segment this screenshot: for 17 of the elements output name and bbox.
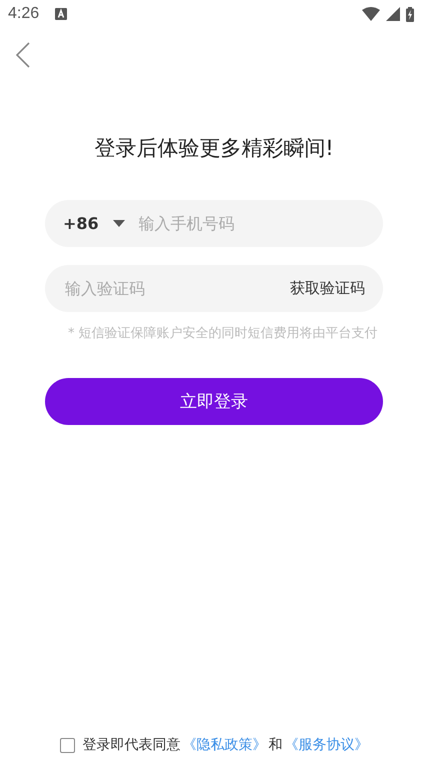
back-button[interactable]: [16, 42, 30, 68]
login-button[interactable]: 立即登录: [45, 378, 383, 425]
wifi-icon: [362, 7, 380, 21]
page-title: 登录后体验更多精彩瞬间!: [93, 135, 335, 162]
phone-field[interactable]: +86 输入手机号码: [45, 200, 383, 247]
joiner-text: 和: [268, 736, 282, 754]
agreement-checkbox[interactable]: [60, 738, 74, 752]
sms-note: * 短信验证保障账户安全的同时短信费用将由平台支付: [68, 325, 378, 343]
notification-icon: [55, 8, 68, 20]
battery-icon: [406, 6, 414, 22]
country-code[interactable]: +86: [63, 214, 99, 233]
agreement-text: 登录即代表同意: [82, 736, 180, 754]
signal-icon: [386, 7, 400, 21]
code-field[interactable]: 输入验证码 获取验证码: [45, 265, 383, 312]
caret-icon[interactable]: [112, 220, 125, 227]
get-code-button[interactable]: 获取验证码: [290, 279, 365, 298]
clock: 4:26: [8, 5, 40, 23]
